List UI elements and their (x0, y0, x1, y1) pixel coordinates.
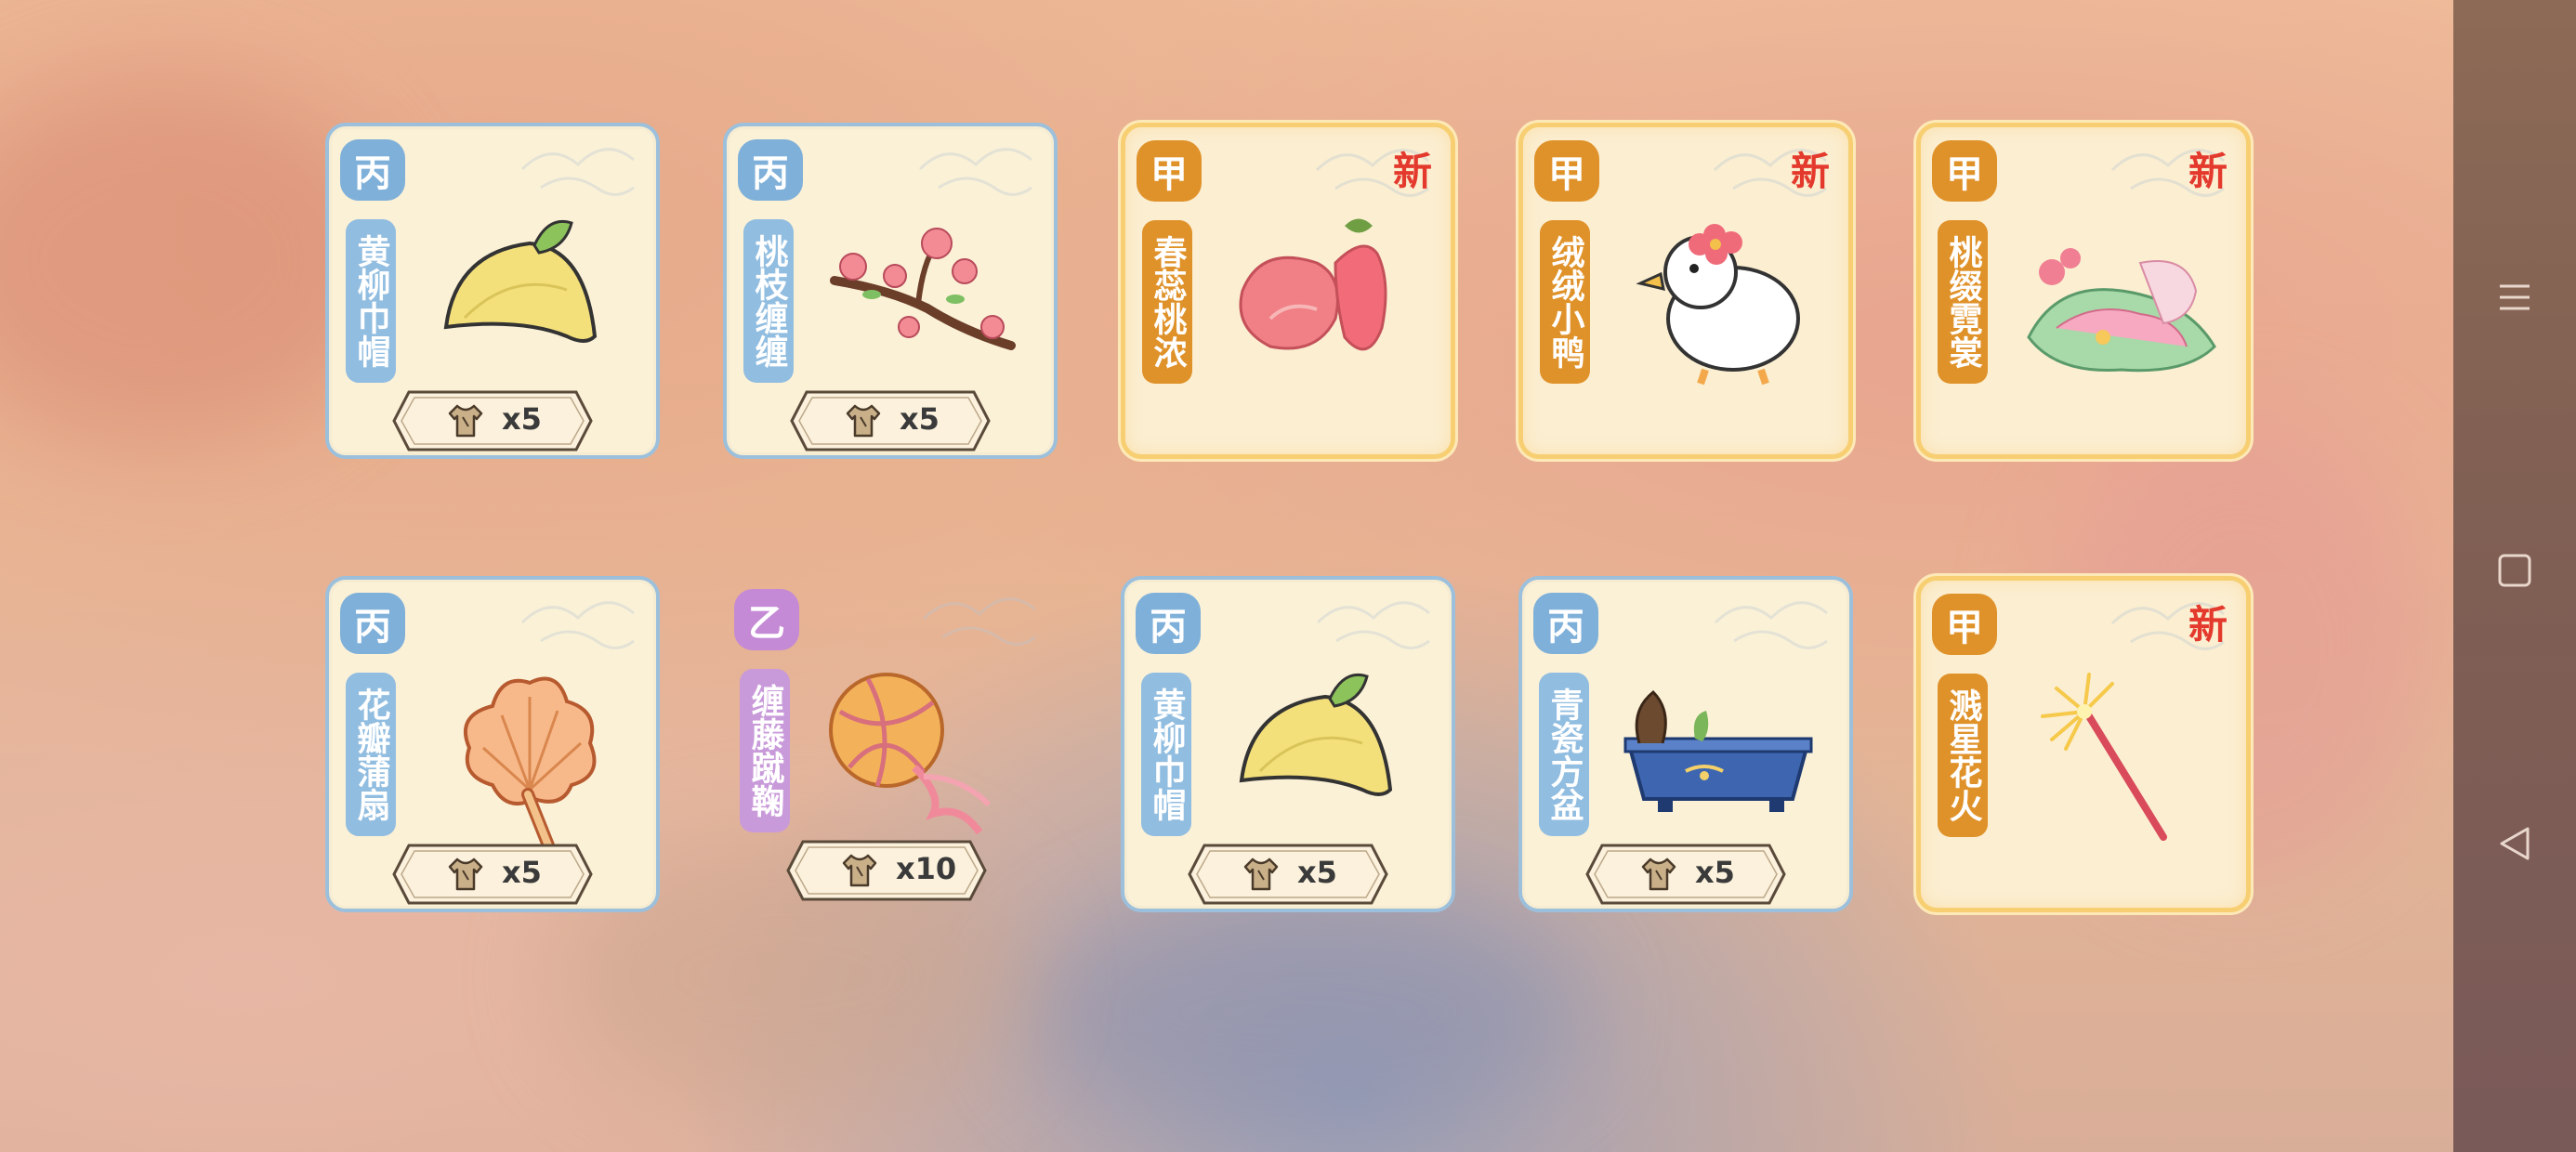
item-name: 黄柳巾帽 (1141, 673, 1191, 836)
grade-badge: 丙 (1533, 593, 1598, 654)
item-card[interactable]: 丙花瓣蒲扇 x5 (325, 576, 660, 912)
dress-icon (2001, 207, 2233, 393)
item-name: 花瓣蒲扇 (346, 673, 396, 836)
item-card[interactable]: 丙青瓷方盆 x5 (1518, 576, 1853, 912)
grade-badge: 丙 (1136, 593, 1201, 654)
sparkler-icon (2001, 661, 2233, 846)
quantity-plate: x5 (788, 388, 992, 453)
home-square-icon[interactable] (2487, 543, 2543, 598)
quantity-plate: x5 (1584, 842, 1788, 907)
planter-icon (1602, 660, 1834, 845)
new-tag: 新 (1790, 149, 1830, 194)
item-name: 溅星花火 (1938, 674, 1988, 837)
shirt-icon (1639, 856, 1678, 893)
grade-badge: 丙 (738, 139, 803, 201)
quantity-text: x5 (502, 401, 542, 437)
shirt-icon (840, 852, 879, 889)
system-navbar (2453, 0, 2576, 1152)
item-card[interactable]: 丙黄柳巾帽 x5 (1121, 576, 1455, 912)
peach-branch-icon (807, 206, 1039, 392)
quantity-plate: x5 (390, 388, 595, 453)
item-card[interactable]: 甲绒绒小鸭 新 (1518, 123, 1853, 459)
item-card[interactable]: 甲溅星花火 新 (1916, 576, 2251, 912)
grade-badge: 丙 (340, 139, 405, 201)
quantity-plate: x5 (1186, 842, 1390, 907)
quantity-text: x5 (1297, 855, 1337, 890)
quantity-plate: x5 (390, 842, 595, 907)
quantity-plate: x10 (784, 838, 989, 903)
grade-badge: 丙 (340, 593, 405, 654)
yellow-hat-icon (409, 206, 641, 392)
petal-fan-icon (409, 660, 641, 852)
item-card[interactable]: 丙黄柳巾帽 x5 (325, 123, 660, 459)
duck-icon (1603, 207, 1835, 393)
grade-badge: 乙 (734, 589, 799, 650)
item-name: 桃枝缠缠 (743, 219, 794, 383)
shirt-icon (446, 402, 485, 439)
shirt-icon (1242, 856, 1281, 893)
menu-icon[interactable] (2487, 269, 2543, 325)
item-card[interactable]: 丙桃枝缠缠 x5 (723, 123, 1058, 459)
item-name: 黄柳巾帽 (346, 219, 396, 383)
grade-badge: 甲 (1534, 140, 1599, 202)
quantity-text: x5 (900, 401, 940, 437)
quantity-text: x5 (502, 855, 542, 890)
item-card[interactable]: 甲桃缀霓裳 新 (1916, 123, 2251, 459)
new-tag: 新 (1392, 149, 1432, 194)
yellow-hat-icon (1204, 660, 1437, 845)
quantity-text: x10 (896, 851, 957, 886)
quantity-text: x5 (1695, 855, 1735, 890)
item-card[interactable]: 乙缠藤蹴鞠 x10 (723, 576, 1058, 912)
grade-badge: 甲 (1932, 594, 1997, 655)
grade-badge: 甲 (1137, 140, 1202, 202)
shirt-icon (446, 856, 485, 893)
item-card[interactable]: 甲春蕊桃浓 新 (1121, 123, 1455, 459)
new-tag: 新 (2188, 602, 2228, 648)
item-name: 青瓷方盆 (1539, 673, 1589, 836)
item-name: 桃缀霓裳 (1938, 220, 1988, 384)
item-name: 缠藤蹴鞠 (740, 669, 790, 832)
peach-flower-icon (1205, 207, 1438, 393)
new-tag: 新 (2188, 149, 2228, 194)
grade-badge: 甲 (1932, 140, 1997, 202)
ball-icon (803, 656, 1035, 842)
back-triangle-icon[interactable] (2487, 816, 2543, 871)
item-name: 春蕊桃浓 (1142, 220, 1192, 384)
item-name: 绒绒小鸭 (1540, 220, 1590, 384)
shirt-icon (844, 402, 883, 439)
